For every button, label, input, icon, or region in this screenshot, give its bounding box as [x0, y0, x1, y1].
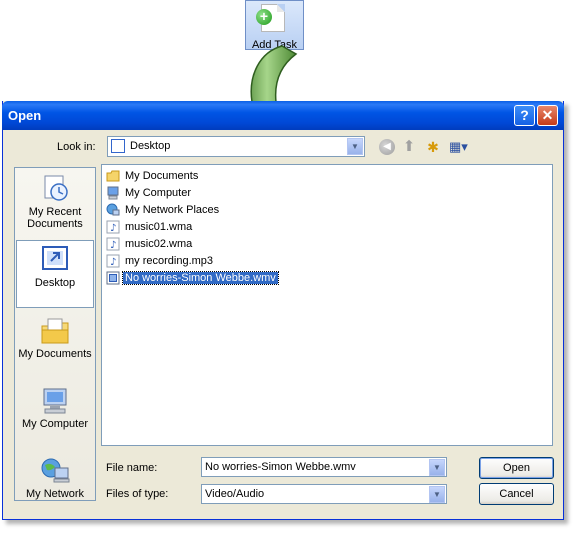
svg-text:♪: ♪: [110, 240, 116, 251]
svg-text:♪: ♪: [110, 257, 116, 268]
file-name-value: No worries-Simon Webbe.wmv: [205, 461, 356, 473]
list-item[interactable]: ♪ music02.wma: [106, 237, 194, 253]
audio-file-icon: ♪: [106, 237, 120, 251]
file-name: music02.wma: [125, 238, 193, 250]
places-bar: My Recent Documents Desktop My Documents…: [14, 167, 96, 501]
new-folder-icon[interactable]: ✱: [425, 139, 441, 155]
place-desktop[interactable]: Desktop: [16, 240, 94, 308]
file-name: No worries-Simon Webbe.wmv: [122, 271, 279, 285]
look-in-dropdown[interactable]: Desktop ▼: [107, 136, 365, 157]
file-name-field[interactable]: No worries-Simon Webbe.wmv ▼: [201, 457, 447, 477]
view-menu-icon[interactable]: ▦▾: [449, 139, 471, 155]
dialog-title: Open: [8, 108, 42, 123]
file-name-label: File name:: [106, 462, 158, 474]
look-in-value: Desktop: [130, 140, 171, 152]
list-item[interactable]: ♪ music01.wma: [106, 220, 194, 236]
files-of-type-select[interactable]: Video/Audio ▼: [201, 484, 447, 504]
list-item-selected[interactable]: No worries-Simon Webbe.wmv: [106, 271, 279, 287]
computer-icon: [106, 186, 120, 200]
place-label: My Network: [25, 488, 85, 500]
file-name: My Documents: [125, 170, 199, 182]
title-bar: Open ? ✕: [2, 101, 564, 130]
place-label: Desktop: [34, 277, 76, 289]
svg-text:♪: ♪: [110, 223, 116, 234]
file-name: my recording.mp3: [125, 255, 214, 267]
file-name: My Computer: [125, 187, 192, 199]
file-list[interactable]: My Documents My Computer My Network Plac…: [101, 164, 553, 446]
open-dialog: Open ? ✕ Look in: Desktop ▼ ◀ ⬆ ✱ ▦▾ My …: [2, 101, 564, 520]
file-name: music01.wma: [125, 221, 193, 233]
close-button[interactable]: ✕: [537, 105, 558, 126]
place-label: My Documents: [18, 348, 92, 360]
network-places-icon: [106, 203, 120, 217]
chevron-down-icon[interactable]: ▼: [347, 138, 363, 155]
back-icon[interactable]: ◀: [379, 139, 395, 155]
recent-documents-icon: [39, 174, 71, 204]
look-in-label: Look in:: [57, 141, 96, 153]
my-computer-icon: [39, 386, 71, 416]
add-plus-icon: +: [256, 9, 272, 25]
desktop-icon: [39, 245, 71, 275]
audio-file-icon: ♪: [106, 254, 120, 268]
list-item[interactable]: My Documents: [106, 169, 200, 185]
audio-file-icon: ♪: [106, 220, 120, 234]
files-of-type-value: Video/Audio: [205, 488, 265, 500]
place-label: My Computer: [21, 418, 89, 430]
place-label: My Recent: [28, 206, 82, 218]
video-file-icon: [106, 271, 120, 285]
open-button[interactable]: Open: [479, 457, 554, 479]
place-my-computer[interactable]: My Computer: [16, 386, 94, 430]
place-my-network[interactable]: My Network: [16, 456, 94, 500]
list-item[interactable]: My Network Places: [106, 203, 221, 219]
files-of-type-label: Files of type:: [106, 488, 169, 500]
chevron-down-icon[interactable]: ▼: [429, 486, 445, 503]
desktop-icon: [111, 139, 125, 153]
place-my-recent-documents[interactable]: My Recent Documents: [16, 174, 94, 230]
place-my-documents[interactable]: My Documents: [16, 316, 94, 360]
my-network-icon: [39, 456, 71, 486]
chevron-down-icon[interactable]: ▼: [429, 459, 445, 476]
list-item[interactable]: My Computer: [106, 186, 193, 202]
help-button[interactable]: ?: [514, 105, 535, 126]
my-documents-icon: [39, 316, 71, 346]
place-label: Documents: [27, 218, 83, 230]
cancel-button[interactable]: Cancel: [479, 483, 554, 505]
file-name: My Network Places: [125, 204, 220, 216]
list-item[interactable]: ♪ my recording.mp3: [106, 254, 215, 270]
folder-icon: [106, 169, 120, 183]
up-folder-icon[interactable]: ⬆: [401, 139, 417, 155]
